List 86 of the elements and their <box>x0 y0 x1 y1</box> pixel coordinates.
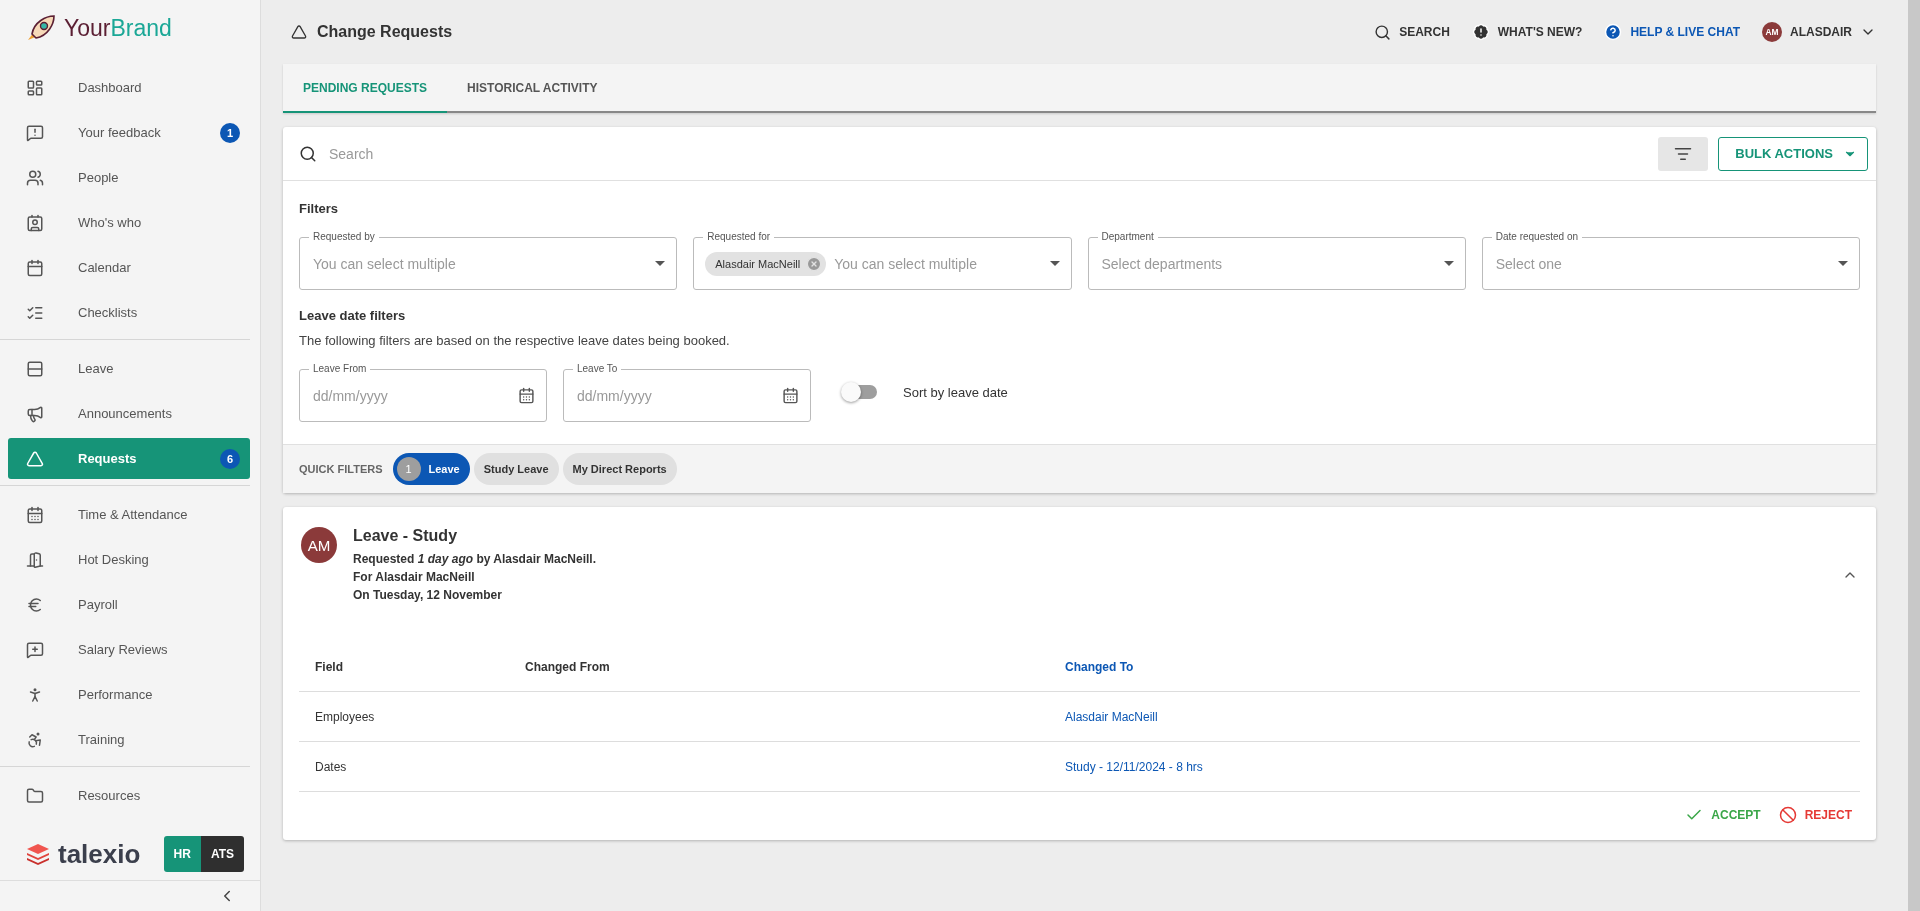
table-cell-text: Employees <box>315 709 376 724</box>
product-switch-button[interactable]: ATS <box>200 836 244 872</box>
nav-icon <box>26 449 44 468</box>
nav-icon <box>26 168 44 187</box>
date-field[interactable]: Leave To dd/mm/yyyy <box>563 362 811 422</box>
calendar-icon[interactable] <box>782 387 799 404</box>
sidebar-item[interactable]: Requests 6 <box>8 438 250 479</box>
search-button[interactable]: SEARCH <box>1374 23 1450 41</box>
page-title: Change Requests <box>317 23 453 41</box>
help-button[interactable]: HELP & LIVE CHAT <box>1604 23 1740 41</box>
product-switch-button[interactable]: HR <box>163 836 201 872</box>
column-header: Field <box>315 659 344 674</box>
section-heading: Filters <box>299 201 339 216</box>
table-cell-text: Alasdair MacNeill <box>1065 709 1159 724</box>
column-header: Changed To <box>1065 659 1135 674</box>
selected-chip[interactable]: Alasdair MacNeill <box>705 251 827 276</box>
product-logo: talexio <box>26 838 141 870</box>
search-icon <box>299 144 317 163</box>
column-header: Changed From <box>525 659 611 674</box>
toggle-label: Sort by leave date <box>903 384 1008 400</box>
brand-logo-text: YourBrand <box>64 15 172 42</box>
dropdown-caret-icon <box>1049 261 1060 266</box>
nav-icon <box>26 505 44 524</box>
nav-icon <box>26 550 44 569</box>
sidebar-item[interactable]: Announcements <box>8 391 250 436</box>
select-field[interactable]: Department Select departments <box>1087 230 1466 290</box>
sidebar-item[interactable]: Resources <box>8 773 250 818</box>
alert-badge-icon <box>1471 23 1490 41</box>
sidebar-item[interactable]: Time & Attendance <box>8 492 250 537</box>
sidebar-item[interactable]: Leave <box>8 346 250 391</box>
nav-icon <box>26 786 44 805</box>
sidebar-item[interactable]: Payroll <box>8 582 250 627</box>
dropdown-caret-icon <box>1838 261 1848 266</box>
sidebar-item[interactable]: Dashboard <box>8 65 250 110</box>
nav-icon <box>26 595 44 614</box>
nav-icon <box>26 123 44 142</box>
request-title: Leave - Study <box>353 527 459 545</box>
prohibited-icon <box>1778 806 1797 824</box>
sidebar-item[interactable]: Checklists <box>8 290 250 335</box>
filter-button[interactable] <box>1658 136 1709 171</box>
layers-logo-icon <box>26 843 50 865</box>
table-cell-text: Dates <box>315 759 348 774</box>
reject-button[interactable]: REJECT <box>1778 806 1852 824</box>
date-field[interactable]: Leave From dd/mm/yyyy <box>299 362 547 422</box>
toggle-switch[interactable] <box>843 385 877 399</box>
triangle-icon <box>291 24 307 40</box>
description-text: The following filters are based on the respective leave dates being booked. <box>299 333 731 348</box>
nav-icon <box>26 213 44 232</box>
dropdown-caret-icon <box>655 261 666 266</box>
bulk-actions-button[interactable]: BULK ACTIONS <box>1718 136 1868 171</box>
quick-filter-chip[interactable]: My Direct Reports <box>562 453 677 485</box>
count-badge: 6 <box>220 448 240 469</box>
nav-icon <box>26 78 44 97</box>
sidebar-item[interactable]: Salary Reviews <box>8 627 250 672</box>
nav-icon <box>26 640 44 659</box>
sidebar-item[interactable]: Hot Desking <box>8 537 250 582</box>
count-badge: 1 <box>220 122 240 143</box>
nav-icon <box>26 404 44 423</box>
sidebar-item[interactable]: People <box>8 155 250 200</box>
search-icon <box>1374 23 1392 41</box>
tab[interactable]: HISTORICAL ACTIVITY <box>447 64 618 113</box>
sidebar-item[interactable]: Performance <box>8 672 250 717</box>
nav-icon <box>26 359 44 378</box>
quick-filter-chip[interactable]: 1 Leave <box>392 453 470 485</box>
avatar: AM <box>301 527 337 563</box>
select-field[interactable]: Date requested on Select one <box>1481 230 1860 290</box>
nav-icon <box>26 730 44 749</box>
section-heading: Leave date filters <box>299 308 407 323</box>
nav-icon <box>26 258 44 277</box>
select-field[interactable]: Requested for Alasdair MacNeill You can select multiple <box>693 230 1072 290</box>
select-field[interactable]: Requested by You can select multiple <box>299 230 678 290</box>
help-icon <box>1604 23 1623 41</box>
calendar-icon[interactable] <box>518 387 535 404</box>
sidebar-item[interactable]: Who's who <box>8 200 250 245</box>
user-menu-button[interactable]: AM ALASDAIR <box>1762 22 1876 42</box>
request-detail: Requested 1 day ago by Alasdair MacNeill. <box>353 552 597 566</box>
request-detail: For Alasdair MacNeill <box>353 570 476 584</box>
dropdown-caret-icon <box>1443 261 1454 266</box>
sidebar-item[interactable]: Your feedback 1 <box>8 110 250 155</box>
quick-filter-chip[interactable]: Study Leave <box>473 453 559 485</box>
request-detail: On Tuesday, 12 November <box>353 588 503 602</box>
sidebar-item[interactable]: Calendar <box>8 245 250 290</box>
news-button[interactable]: WHAT'S NEW? <box>1471 23 1583 41</box>
table-cell-text: Study - 12/11/2024 - 8 hrs <box>1065 759 1204 774</box>
quick-filters-label: QUICK FILTERS <box>299 463 383 475</box>
sidebar-item[interactable]: Training <box>8 717 250 762</box>
